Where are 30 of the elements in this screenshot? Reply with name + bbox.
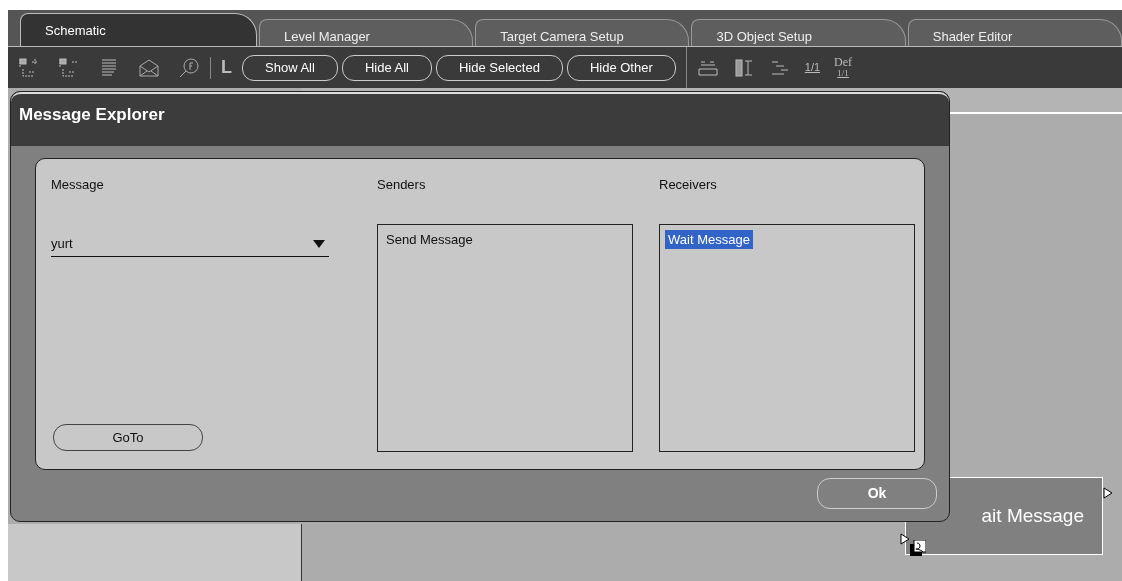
- toolbar-button[interactable]: Hide Selected: [435, 54, 563, 81]
- toolbar-button[interactable]: Show All: [242, 54, 338, 81]
- columns-icon[interactable]: [732, 56, 755, 79]
- layer-glyph[interactable]: L: [211, 54, 242, 81]
- ratio-label[interactable]: 1/1: [804, 59, 821, 76]
- toolbar-button[interactable]: Hide Other: [566, 54, 676, 81]
- dialog-title: Message Explorer: [19, 105, 165, 124]
- message-dropdown[interactable]: yurt: [51, 232, 329, 257]
- tab[interactable]: Level Manager: [258, 19, 474, 46]
- script-icon: [910, 540, 926, 556]
- input-port-icon[interactable]: [900, 533, 910, 545]
- senders-label: Senders: [377, 176, 427, 194]
- ok-button[interactable]: Ok: [817, 478, 937, 509]
- receivers-label: Receivers: [659, 176, 718, 194]
- def-ratio-label[interactable]: 1/1: [837, 67, 849, 79]
- tab[interactable]: Target Camera Setup: [475, 19, 690, 46]
- def-label[interactable]: Def: [834, 56, 853, 68]
- tab[interactable]: Shader Editor: [907, 19, 1122, 46]
- remove-flag-icon[interactable]: [58, 56, 80, 79]
- search-icon[interactable]: [178, 56, 200, 79]
- tab[interactable]: Schematic: [20, 13, 257, 46]
- toolbar-button[interactable]: Hide All: [341, 54, 432, 81]
- list-item[interactable]: Send Message: [383, 229, 476, 249]
- message-label: Message: [51, 176, 105, 194]
- dropdown-caret-icon: [313, 240, 325, 248]
- tab[interactable]: 3D Object Setup: [691, 19, 906, 46]
- node-label: ait Message: [981, 503, 1084, 528]
- goto-button[interactable]: GoTo: [53, 424, 203, 451]
- list-item[interactable]: Wait Message: [665, 229, 753, 249]
- add-flag-icon[interactable]: [18, 56, 40, 79]
